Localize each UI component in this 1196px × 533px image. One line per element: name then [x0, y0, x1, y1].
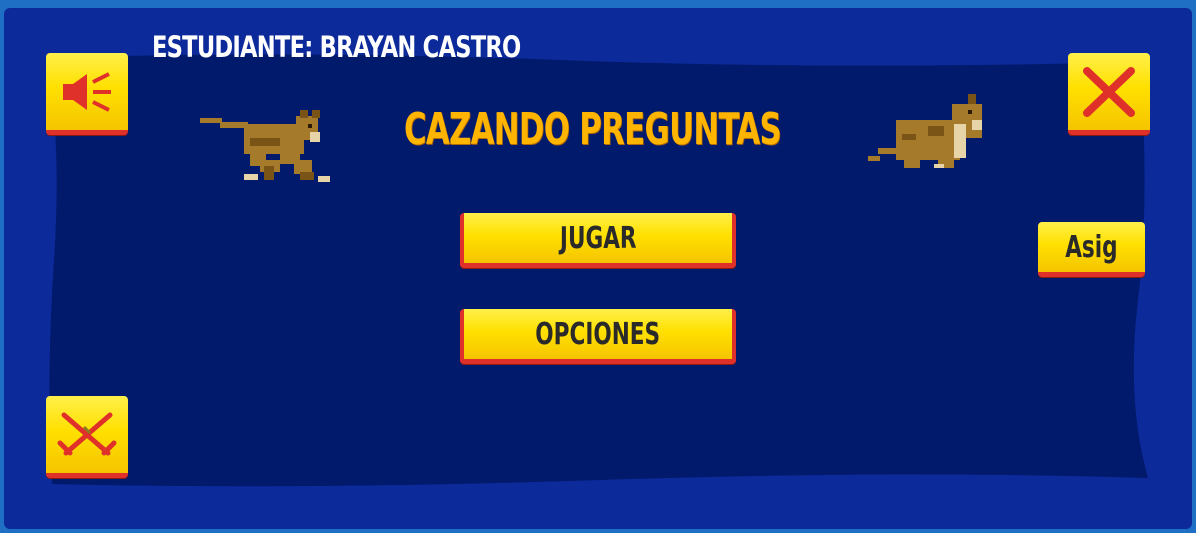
- puma-sprite-left: [200, 110, 330, 182]
- play-button[interactable]: JUGAR: [460, 213, 736, 268]
- options-button[interactable]: OPCIONES: [460, 309, 736, 364]
- puma-sprite-right: [868, 94, 982, 168]
- options-button-label: OPCIONES: [535, 316, 661, 352]
- close-icon: [1083, 66, 1135, 117]
- student-name-label: ESTUDIANTE: BRAYAN CASTRO: [152, 30, 521, 64]
- sound-toggle-button[interactable]: [46, 53, 128, 135]
- close-button[interactable]: [1068, 53, 1150, 135]
- asig-button-label: Asig: [1065, 229, 1118, 265]
- crossed-swords-icon: [57, 412, 117, 455]
- game-title: CAZANDO PREGUNTAS: [404, 104, 782, 155]
- battle-button[interactable]: [46, 396, 128, 478]
- speaker-icon: [63, 71, 111, 112]
- play-button-label: JUGAR: [559, 220, 637, 256]
- asig-button[interactable]: Asig: [1038, 222, 1145, 277]
